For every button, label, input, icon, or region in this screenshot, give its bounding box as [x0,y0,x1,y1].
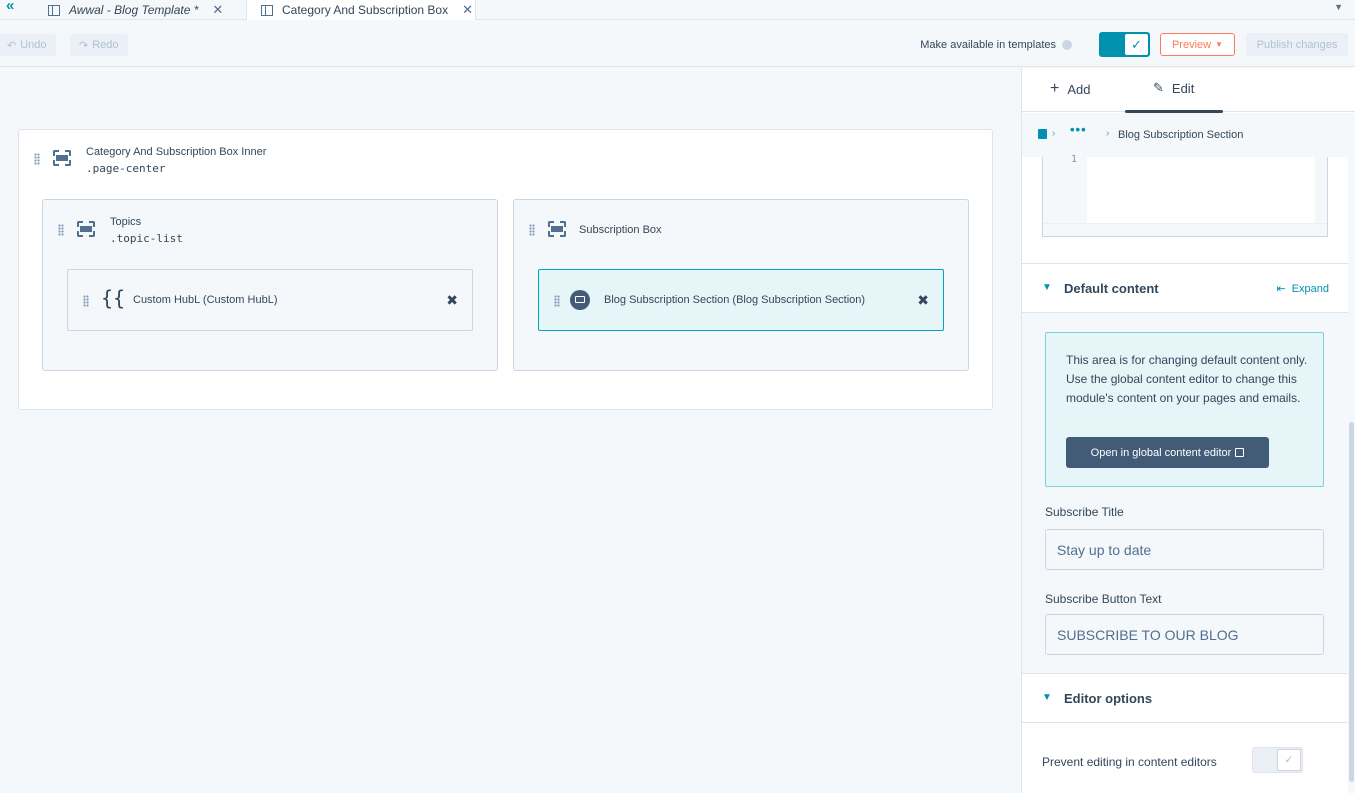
drag-handle-icon[interactable] [529,224,535,236]
drag-handle-icon[interactable] [554,295,560,307]
chevron-right-icon: › [1052,128,1056,139]
topics-group[interactable]: Topics .topic-list {{ Custom HubL (Custo… [42,199,498,371]
breadcrumb-current: Blog Subscription Section [1118,129,1244,141]
unpin-icon[interactable]: ✖ [917,292,929,309]
subscription-box-group[interactable]: Subscription Box Blog Subscription Secti… [513,199,969,371]
breadcrumb: › ••• › Blog Subscription Section [1022,113,1355,157]
group-icon [53,150,71,166]
default-content-header[interactable]: ▼ Default content ⇤ Expand [1022,263,1355,313]
prevent-editing-label: Prevent editing in content editors [1042,755,1217,769]
scrollbar-thumb[interactable] [1349,422,1354,782]
email-icon [570,290,590,310]
editor-options-header[interactable]: ▼ Editor options [1022,673,1355,723]
blog-subscription-module[interactable]: Blog Subscription Section (Blog Subscrip… [538,269,944,331]
plus-icon: + [1050,80,1060,97]
close-icon[interactable]: ✕ [212,2,223,18]
group-title: Topics [110,216,142,228]
panel-scrollbar[interactable] [1348,157,1355,793]
redo-icon: ↷ [79,39,89,52]
drag-handle-icon[interactable] [83,295,89,307]
template-icon [48,4,60,16]
code-editor[interactable]: 1 [1042,154,1328,237]
layout-canvas: Category And Subscription Box Inner .pag… [0,68,1021,793]
chevron-right-icon: › [1106,128,1110,139]
inspector-panel: + Add ✎ Edit › ••• › Blog Subscription S… [1021,68,1355,793]
chevron-down-icon: ▼ [1042,282,1052,293]
chevron-down-icon: ▼ [1042,692,1052,703]
module-label: Blog Subscription Section (Blog Subscrip… [604,294,866,306]
subscribe-button-input[interactable]: SUBSCRIBE TO OUR BLOG [1045,614,1324,655]
toolbar: ↶ Undo ↷ Redo Make available in template… [0,21,1355,67]
checkmark-icon: ✓ [1277,749,1301,771]
caret-down-icon: ▼ [1215,40,1224,49]
redo-button[interactable]: ↷ Redo [70,34,128,56]
tab-label: Category And Subscription Box [282,3,449,17]
breadcrumb-more[interactable]: ••• [1070,122,1087,137]
group-icon [77,221,95,237]
module-label: Custom HubL (Custom HubL) [133,294,278,306]
outer-group[interactable]: Category And Subscription Box Inner .pag… [18,129,993,410]
open-global-editor-button[interactable]: Open in global content editor [1066,437,1269,468]
subscribe-title-input[interactable]: Stay up to date [1045,529,1324,570]
chevron-down-icon[interactable]: ▼ [1334,2,1343,12]
file-icon[interactable] [1038,129,1047,139]
group-title: Subscription Box [579,224,662,236]
close-icon[interactable]: ✕ [462,2,473,18]
prevent-editing-row: Prevent editing in content editors ✓ [1022,723,1355,793]
subscribe-button-label: Subscribe Button Text [1045,592,1162,606]
section-title: Default content [1064,281,1159,296]
group-title: Category And Subscription Box Inner [86,146,267,158]
hubl-braces-icon: {{ [101,286,126,310]
collapse-sidebar-icon[interactable]: « [6,0,22,16]
vertical-scrollbar[interactable] [1315,157,1327,223]
custom-hubl-module[interactable]: {{ Custom HubL (Custom HubL) ✖ [67,269,473,331]
expand-link[interactable]: ⇤ Expand [1276,282,1329,296]
section-title: Editor options [1064,691,1153,706]
tab-label: Awwal - Blog Template * [69,3,199,17]
tab-bar: « Awwal - Blog Template * ✕ Category And… [0,0,1355,20]
subscribe-title-label: Subscribe Title [1045,505,1124,519]
horizontal-scrollbar[interactable] [1043,223,1327,236]
undo-icon: ↶ [7,39,17,52]
template-icon [261,4,273,16]
external-link-icon [1235,448,1245,457]
pencil-icon: ✎ [1153,80,1164,95]
default-content-body: This area is for changing default conten… [1022,313,1355,673]
unpin-icon[interactable]: ✖ [446,292,458,309]
tab-add[interactable]: + Add [1050,80,1090,98]
checkmark-icon: ✓ [1125,34,1148,55]
tab-blog-template[interactable]: Awwal - Blog Template * ✕ [34,0,242,20]
info-icon[interactable] [1062,40,1072,50]
drag-handle-icon[interactable] [34,153,40,165]
preview-button[interactable]: Preview ▼ [1160,33,1235,56]
make-available-toggle[interactable]: ✓ [1099,32,1150,57]
tab-category-subscription[interactable]: Category And Subscription Box ✕ [246,0,476,20]
make-available-label: Make available in templates [920,39,1072,51]
info-notice: This area is for changing default conten… [1045,332,1324,487]
drag-handle-icon[interactable] [58,224,64,236]
expand-icon: ⇤ [1276,283,1286,295]
line-gutter: 1 [1043,154,1087,223]
prevent-editing-toggle[interactable]: ✓ [1252,747,1303,773]
undo-button[interactable]: ↶ Undo [0,34,56,56]
group-icon [548,221,566,237]
publish-changes-button[interactable]: Publish changes [1246,33,1348,56]
group-class: .topic-list [110,232,183,245]
panel-tabs: + Add ✎ Edit [1022,68,1355,113]
line-number: 1 [1071,154,1078,165]
tab-edit[interactable]: ✎ Edit [1153,80,1194,96]
notice-text: This area is for changing default conten… [1066,353,1308,405]
group-class: .page-center [86,162,166,175]
